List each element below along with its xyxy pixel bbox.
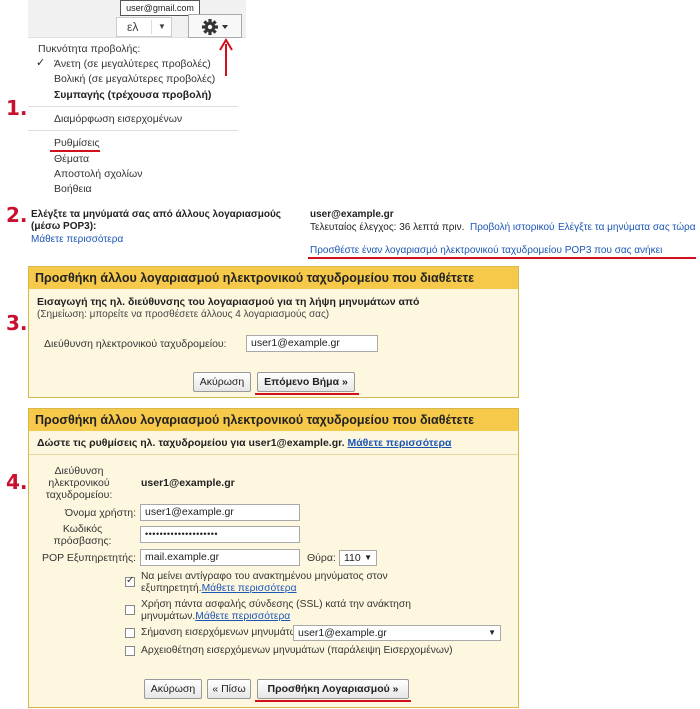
username-input[interactable]: user1@example.gr: [140, 504, 300, 521]
pop-server-input[interactable]: mail.example.gr: [140, 549, 300, 566]
password-input[interactable]: ••••••••••••••••••••: [140, 526, 300, 543]
label-incoming-text: Σήμανση εισερχόμενων μηνυμάτων: [141, 627, 303, 638]
chevron-down-icon: ▼: [151, 20, 166, 34]
port-value: 110: [344, 552, 361, 564]
learn-more-link[interactable]: Μάθετε περισσότερα: [31, 234, 123, 245]
gear-icon: [202, 19, 228, 35]
check-mail-now-link[interactable]: Ελέγξτε τα μηνύματα σας τώρα: [558, 222, 696, 233]
archive-incoming-checkbox[interactable]: [125, 646, 135, 656]
email-heading: Εισαγωγή της ηλ. διεύθυνσης του λογαριασ…: [37, 296, 420, 308]
pop3-section-title-2: (μέσω POP3):: [31, 221, 97, 232]
chevron-down-icon: ▼: [364, 553, 372, 562]
back-button[interactable]: « Πίσω: [207, 679, 251, 699]
highlight-underline: [50, 150, 100, 152]
settings-heading: Δώστε τις ρυθμίσεις ηλ. ταχυδρομείου για…: [37, 437, 451, 449]
learn-more-link[interactable]: Μάθετε περισσότερα: [202, 583, 297, 594]
email-address-input[interactable]: user1@example.gr: [246, 335, 378, 352]
view-history-link[interactable]: Προβολή ιστορικού: [470, 222, 555, 233]
menu-divider: [28, 106, 238, 107]
feedback-menu-item[interactable]: Αποστολή σχολίων: [54, 168, 142, 180]
ssl-text: Χρήση πάντα ασφαλής σύνδεσης (SSL) κατά …: [141, 599, 411, 622]
cancel-button[interactable]: Ακύρωση: [193, 372, 251, 392]
divider: [29, 454, 518, 455]
learn-more-link[interactable]: Μάθετε περισσότερα: [195, 611, 290, 622]
settings-menu-item[interactable]: Ρυθμίσεις: [54, 137, 100, 149]
highlight-underline: [308, 257, 696, 259]
settings-gear-button[interactable]: [188, 14, 242, 38]
language-button[interactable]: ελ ▼: [116, 17, 172, 37]
leave-copy-checkbox[interactable]: [125, 575, 135, 587]
step-number-3: 3.: [6, 311, 28, 335]
leave-copy-text: Να μείνει αντίγραφο του ανακτημένου μηνύ…: [141, 571, 388, 594]
menu-divider: [28, 130, 238, 131]
pop-server-label: POP Εξυπηρετητής:: [41, 552, 136, 564]
add-account-button[interactable]: Προσθήκη Λογαριασμού »: [257, 679, 409, 699]
ssl-checkbox[interactable]: [125, 605, 135, 615]
label-select[interactable]: user1@example.gr ▼: [293, 625, 501, 641]
density-compact[interactable]: Συμπαγής (τρέχουσα προβολή): [54, 89, 211, 101]
panel-title: Προσθήκη άλλου λογαριασμού ηλεκτρονικού …: [29, 267, 518, 289]
label-select-value: user1@example.gr: [298, 627, 387, 639]
step-number-4: 4.: [6, 470, 28, 494]
pop3-section-title-1: Ελέγξτε τα μηνύματά σας από άλλους λογαρ…: [31, 209, 282, 220]
themes-menu-item[interactable]: Θέματα: [54, 153, 89, 165]
port-select[interactable]: 110 ▼: [339, 550, 377, 566]
label-incoming-checkbox[interactable]: [125, 628, 135, 638]
address-value: user1@example.gr: [141, 477, 235, 489]
learn-more-link[interactable]: Μάθετε περισσότερα: [347, 437, 451, 449]
density-cozy[interactable]: Βολική (σε μεγαλύτερες προβολές): [54, 73, 215, 85]
step-number-2: 2.: [6, 203, 28, 227]
port-label: Θύρα:: [307, 552, 336, 564]
address-label: Διεύθυνση ηλεκτρονικού ταχυδρομείου:: [45, 465, 113, 501]
step-number-1: 1.: [6, 96, 28, 120]
density-comfortable[interactable]: Άνετη (σε μεγαλύτερες προβολές): [54, 58, 211, 70]
inbox-config-item[interactable]: Διαμόρφωση εισερχομένων: [54, 113, 182, 125]
existing-account: user@example.gr: [310, 209, 394, 220]
settings-heading-text: Δώστε τις ρυθμίσεις ηλ. ταχυδρομείου για…: [37, 437, 345, 449]
last-check-text: Τελευταίος έλεγχος: 36 λεπτά πριν.: [310, 222, 465, 233]
password-label: Κωδικός πρόσβασης:: [53, 523, 112, 547]
panel-title: Προσθήκη άλλου λογαριασμού ηλεκτρονικού …: [29, 409, 518, 431]
username-label: Όνομα χρήστη:: [65, 507, 136, 519]
add-account-panel-step4: Προσθήκη άλλου λογαριασμού ηλεκτρονικού …: [28, 408, 519, 708]
add-account-panel-step3: Προσθήκη άλλου λογαριασμού ηλεκτρονικού …: [28, 266, 519, 398]
accounts-note: (Σημείωση: μπορείτε να προσθέσετε άλλους…: [37, 309, 330, 320]
chevron-down-icon: ▼: [488, 628, 496, 637]
arrow-up-icon: [219, 38, 233, 76]
settings-dropdown-panel: ελ ▼ user@gmail.com Πυκνότητα προβολής: …: [28, 0, 248, 196]
check-icon: ✓: [36, 56, 46, 69]
density-header: Πυκνότητα προβολής:: [38, 43, 141, 55]
help-menu-item[interactable]: Βοήθεια: [54, 183, 92, 195]
add-pop3-account-link[interactable]: Προσθέστε έναν λογαριασμό ηλεκτρονικού τ…: [310, 245, 662, 256]
cancel-button[interactable]: Ακύρωση: [144, 679, 202, 699]
next-step-button[interactable]: Επόμενο Βήμα »: [257, 372, 355, 392]
archive-incoming-text: Αρχειοθέτηση εισερχόμενων μηνυμάτων (παρ…: [141, 645, 453, 656]
language-label: ελ: [127, 20, 139, 34]
email-address-label: Διεύθυνση ηλεκτρονικού ταχυδρομείου:: [44, 338, 227, 350]
highlight-underline: [255, 393, 359, 395]
highlight-underline: [255, 700, 411, 702]
